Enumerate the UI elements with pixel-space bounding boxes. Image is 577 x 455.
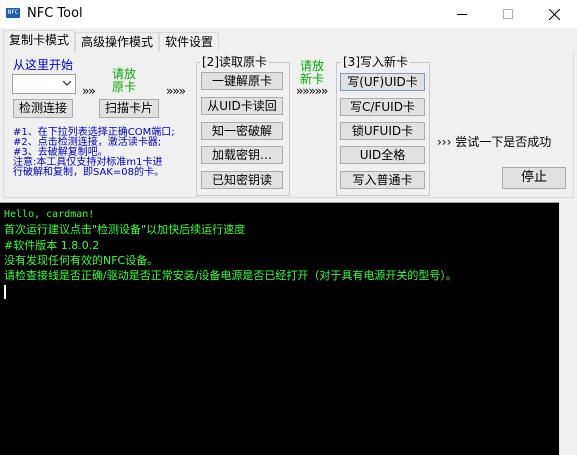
load-keys-button[interactable]: 加载密钥… <box>201 146 283 164</box>
write-cf-uid-button[interactable]: 写C/FUID卡 <box>340 98 425 116</box>
maximize-button[interactable] <box>485 0 531 28</box>
close-button[interactable] <box>531 0 577 28</box>
write-normal-card-button[interactable]: 写入普通卡 <box>340 171 425 189</box>
detect-connection-button[interactable]: 检测连接 <box>13 99 73 118</box>
window-title: NFC Tool <box>27 6 83 21</box>
console-line: 请检查接线是否正确/驱动是否正常安装/设备电源是否已经打开（对于具有电源开关的型… <box>4 269 457 283</box>
arrow-step-3: »»»»» <box>296 84 328 98</box>
place-new-card-label: 请放 新卡 <box>300 59 325 86</box>
lock-ufuid-button[interactable]: 锁UFUID卡 <box>340 122 425 140</box>
chevron-down-icon <box>63 81 71 86</box>
maximize-icon <box>503 9 513 19</box>
minimize-icon <box>457 14 467 15</box>
one-click-crack-button[interactable]: 一键解原卡 <box>201 72 283 90</box>
console-line: 首次运行建议点击"检测设备"以加快后续运行速度 <box>4 223 246 237</box>
place-original-label: 请放 原卡 <box>112 67 137 94</box>
read-group-title: [2]读取原卡 <box>200 55 269 69</box>
known-one-key-crack-button[interactable]: 知一密破解 <box>201 122 283 140</box>
tab-settings[interactable]: 软件设置 <box>159 32 219 51</box>
close-icon <box>548 8 560 20</box>
known-key-read-button[interactable]: 已知密钥读 <box>201 171 283 189</box>
uid-format-button[interactable]: UID全格 <box>340 146 425 164</box>
tab-advanced-mode[interactable]: 高级操作模式 <box>75 32 159 51</box>
instructions: #1、在下拉列表选择正确COM端口; #2、点击检测连接，激活读卡器; #3、去… <box>13 128 175 178</box>
start-heading: 从这里开始 <box>13 58 74 72</box>
minimize-button[interactable] <box>439 0 485 28</box>
try-success-label: ››› 尝试一下是否成功 <box>437 135 552 149</box>
console-output[interactable]: Hello, cardman! 首次运行建议点击"检测设备"以加快后续运行速度 … <box>0 202 559 455</box>
console-line: #软件版本 1.8.0.2 <box>4 238 100 252</box>
tab-copy-mode[interactable]: 复制卡模式 <box>3 30 75 53</box>
write-uf-uid-button[interactable]: 写(UF)UID卡 <box>340 73 425 91</box>
console-line: 没有发现任何有效的NFC设备。 <box>4 253 159 267</box>
arrow-step-1: »» <box>82 84 95 98</box>
instruction-line: 行破解和复制，即SAK=08的卡。 <box>13 167 165 178</box>
console-scrollbar[interactable] <box>559 202 577 455</box>
text-caret <box>4 285 6 299</box>
stop-button[interactable]: 停止 <box>502 167 566 189</box>
scan-card-button[interactable]: 扫描卡片 <box>99 99 159 118</box>
write-group-title: [3]写入新卡 <box>341 55 410 69</box>
device-select[interactable] <box>12 74 76 94</box>
app-icon: NFC <box>6 8 20 18</box>
console-line: Hello, cardman! <box>4 209 95 220</box>
arrow-step-2: »»» <box>166 84 186 98</box>
read-from-uid-button[interactable]: 从UID卡读回 <box>201 97 283 115</box>
